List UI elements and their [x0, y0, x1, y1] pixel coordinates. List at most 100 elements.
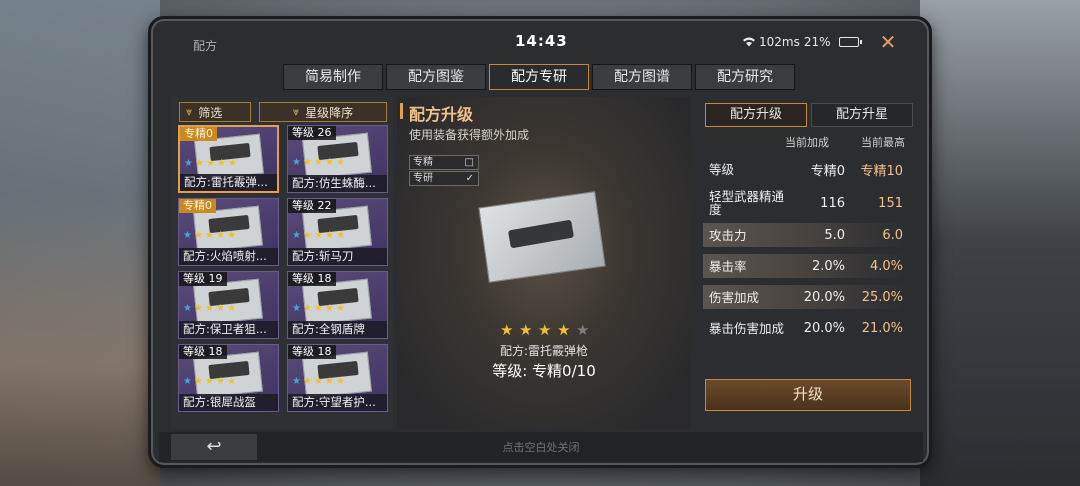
star-icon: ★	[194, 303, 203, 314]
star-rating: ★ ★ ★ ★ ★	[292, 377, 346, 387]
stat-row: 暴击率 2.0% 4.0%	[703, 254, 907, 278]
recipe-card[interactable]: 等级 26 ★ ★ ★ ★ ★ 配方:仿生蛛酶...	[287, 125, 388, 193]
sort-button[interactable]: ⩔ 星级降序	[259, 102, 387, 122]
star-icon: ★	[292, 376, 301, 387]
star-icon: ★	[205, 303, 214, 314]
option-0[interactable]: 专精 □	[409, 155, 479, 170]
battery-icon	[838, 37, 862, 47]
checkbox-icon: ✓	[465, 173, 474, 184]
level-badge: 等级 22	[288, 199, 336, 213]
title-accent-bar	[400, 103, 403, 119]
recipe-name: 配方:雷托霰弹...	[180, 174, 277, 191]
tab-3[interactable]: 配方图谱	[592, 64, 692, 90]
status-bar: 配方 14:43 102ms 21% ✕	[151, 19, 929, 59]
stat-current: 专精0	[810, 163, 845, 179]
level-badge: 等级 18	[179, 345, 227, 359]
stats-tab-1[interactable]: 配方升星	[811, 103, 913, 127]
option-label: 专精	[413, 157, 433, 168]
star-rating: ★ ★ ★ ★ ★	[292, 158, 346, 168]
level-badge: 等级 26	[288, 126, 336, 140]
stat-label: 等级	[709, 161, 735, 177]
recipe-card[interactable]: 专精0 ★ ★ ★ ★ ★ 配方:雷托霰弹...	[178, 125, 279, 193]
star-rating: ★ ★ ★ ★ ★	[183, 304, 237, 314]
filter-row: ⩔ 筛选 ⩔ 星级降序	[179, 102, 387, 122]
level-badge: 等级 18	[288, 345, 336, 359]
star-icon: ★	[194, 230, 203, 241]
star-icon: ★	[325, 303, 334, 314]
star-icon: ★	[336, 230, 345, 241]
star-icon: ★	[336, 376, 345, 387]
star-icon: ★	[183, 376, 192, 387]
star-icon: ★	[576, 321, 590, 339]
level-badge: 专精0	[179, 199, 216, 213]
star-icon: ★	[228, 158, 237, 169]
recipe-card[interactable]: 专精0 ★ ★ ★ ★ ★ 配方:火焰喷射...	[178, 198, 279, 266]
stat-row: 伤害加成 20.0% 25.0%	[703, 285, 907, 309]
star-icon: ★	[314, 303, 323, 314]
recipe-card[interactable]: 等级 18 ★ ★ ★ ★ ★ 配方:全钢盾牌	[287, 271, 388, 339]
tab-0[interactable]: 简易制作	[283, 64, 383, 90]
stat-max: 4.0%	[869, 258, 903, 274]
level-badge: 等级 19	[179, 272, 227, 286]
background-right	[920, 0, 1080, 486]
star-icon: ★	[194, 376, 203, 387]
option-list: 专精 □ 专研 ✓	[409, 155, 479, 187]
star-icon: ★	[500, 321, 514, 339]
stat-row: 等级 专精0 专精10	[703, 157, 907, 181]
star-icon: ★	[325, 230, 334, 241]
level-badge: 等级 18	[288, 272, 336, 286]
option-1[interactable]: 专研 ✓	[409, 171, 479, 186]
close-hint: 点击空白处关闭	[502, 441, 580, 454]
star-icon: ★	[227, 376, 236, 387]
recipe-name: 配方:仿生蛛酶...	[288, 175, 387, 192]
star-icon: ★	[303, 157, 312, 168]
star-icon: ★	[314, 376, 323, 387]
bottom-bar: ↩ 点击空白处关闭	[159, 432, 923, 462]
star-rating: ★ ★ ★ ★ ★	[183, 377, 237, 387]
recipe-card[interactable]: 等级 22 ★ ★ ★ ★ ★ 配方:斩马刀	[287, 198, 388, 266]
stat-max: 25.0%	[861, 289, 903, 305]
tab-4[interactable]: 配方研究	[695, 64, 795, 90]
stat-current: 5.0	[824, 227, 845, 243]
recipe-name: 配方:火焰喷射...	[179, 248, 278, 265]
item-level: 等级: 专精0/10	[492, 362, 596, 380]
upgrade-button[interactable]: 升级	[705, 379, 911, 411]
stats-tabs: 配方升级 配方升星	[705, 103, 913, 127]
star-icon: ★	[336, 157, 345, 168]
recipe-name: 配方:守望者护...	[288, 394, 387, 411]
stat-row: 攻击力 5.0 6.0	[703, 223, 907, 247]
stat-label: 伤害加成	[709, 289, 760, 305]
stats-panel: 配方升级 配方升星 当前加成 当前最高 等级 专精0 专精10 轻型武器精通度 116 15…	[695, 97, 913, 429]
star-icon: ★	[205, 376, 214, 387]
star-icon: ★	[184, 158, 193, 169]
filter-button[interactable]: ⩔ 筛选	[179, 102, 251, 122]
clock: 14:43	[515, 32, 568, 50]
recipe-card[interactable]: 等级 18 ★ ★ ★ ★ ★ 配方:银犀战盔	[178, 344, 279, 412]
upgrade-subtitle: 使用装备获得额外加成	[409, 128, 530, 142]
star-icon: ★	[557, 321, 571, 339]
stat-row: 暴击伤害加成 20.0% 21.0%	[703, 316, 907, 340]
star-icon: ★	[303, 376, 312, 387]
close-button[interactable]: ✕	[877, 31, 899, 53]
star-rating: ★ ★ ★ ★ ★	[292, 231, 346, 241]
recipe-name: 配方:银犀战盔	[179, 394, 278, 411]
recipe-card[interactable]: 等级 19 ★ ★ ★ ★ ★ 配方:保卫者狙...	[178, 271, 279, 339]
level-badge: 专精0	[180, 127, 217, 141]
recipe-card[interactable]: 等级 18 ★ ★ ★ ★ ★ 配方:守望者护...	[287, 344, 388, 412]
tab-1[interactable]: 配方图鉴	[386, 64, 486, 90]
star-icon: ★	[292, 303, 301, 314]
wifi-icon	[743, 37, 755, 47]
recipe-name: 配方:全钢盾牌	[288, 321, 387, 338]
stats-tab-0[interactable]: 配方升级	[705, 103, 807, 127]
upgrade-panel: 配方升级 使用装备获得额外加成 专精 □ 专研 ✓ ★ ★ ★ ★ ★ 配方:雷托霰弹枪 等级…	[397, 97, 691, 429]
recipe-name: 配方:斩马刀	[288, 248, 387, 265]
stat-label: 攻击力	[709, 227, 747, 243]
star-icon: ★	[303, 230, 312, 241]
item-name: 配方:雷托霰弹枪	[499, 344, 589, 358]
star-icon: ★	[216, 376, 225, 387]
star-icon: ★	[216, 230, 225, 241]
tab-2[interactable]: 配方专研	[489, 64, 589, 90]
star-icon: ★	[314, 230, 323, 241]
upgrade-title: 配方升级	[409, 105, 474, 124]
star-icon: ★	[216, 303, 225, 314]
